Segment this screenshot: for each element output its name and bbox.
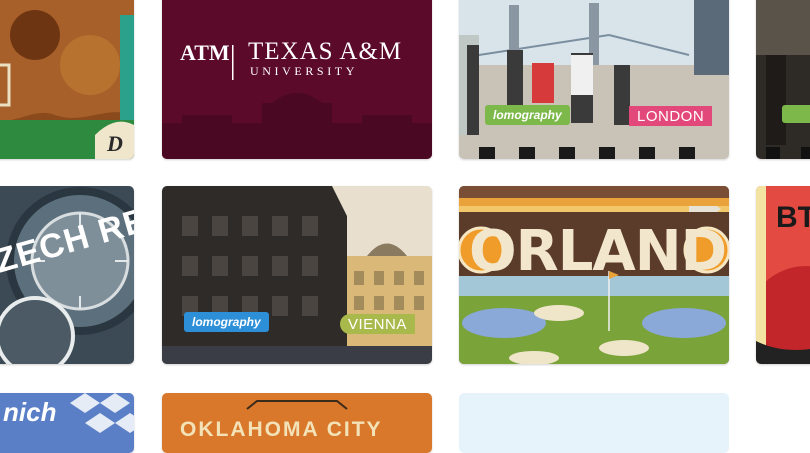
disney-badge: D xyxy=(107,131,123,156)
texas-am-logo: ATM xyxy=(180,40,230,65)
partial-right-mid-text: BT xyxy=(776,201,810,234)
london-photo xyxy=(459,0,729,159)
card-partial-right-mid[interactable]: BT xyxy=(756,186,810,364)
card-texas-am[interactable] xyxy=(162,0,432,159)
munich-title: nich xyxy=(3,397,57,427)
london-city-label: LONDON xyxy=(629,106,713,126)
texas-am-title: TEXAS A&M xyxy=(248,38,403,65)
london-lomography-label: lomography xyxy=(485,105,570,125)
card-vienna[interactable]: lomography VIENNA xyxy=(162,186,432,364)
card-orlando[interactable]: ORLANDO xyxy=(459,186,729,364)
texas-am-subtitle: UNIVERSITY xyxy=(250,64,358,78)
vienna-city-label: VIENNA xyxy=(340,314,415,334)
partial-lomography-label xyxy=(782,105,810,123)
card-munich[interactable]: nich xyxy=(0,393,134,453)
texas-am-artwork xyxy=(162,0,432,159)
partial-right-top-photo xyxy=(756,0,810,159)
vienna-lomography-label: lomography xyxy=(184,312,269,332)
card-london[interactable]: lomography LONDON xyxy=(459,0,729,159)
card-partial-right-top[interactable] xyxy=(756,0,810,159)
card-disney[interactable]: D xyxy=(0,0,134,159)
card-czech[interactable]: ZECH REPU xyxy=(0,186,134,364)
vienna-photo xyxy=(162,186,432,364)
orlando-title: ORLANDO xyxy=(469,219,729,284)
card-placeholder[interactable] xyxy=(459,393,729,453)
oklahoma-city-title: OKLAHOMA CITY xyxy=(180,418,383,441)
